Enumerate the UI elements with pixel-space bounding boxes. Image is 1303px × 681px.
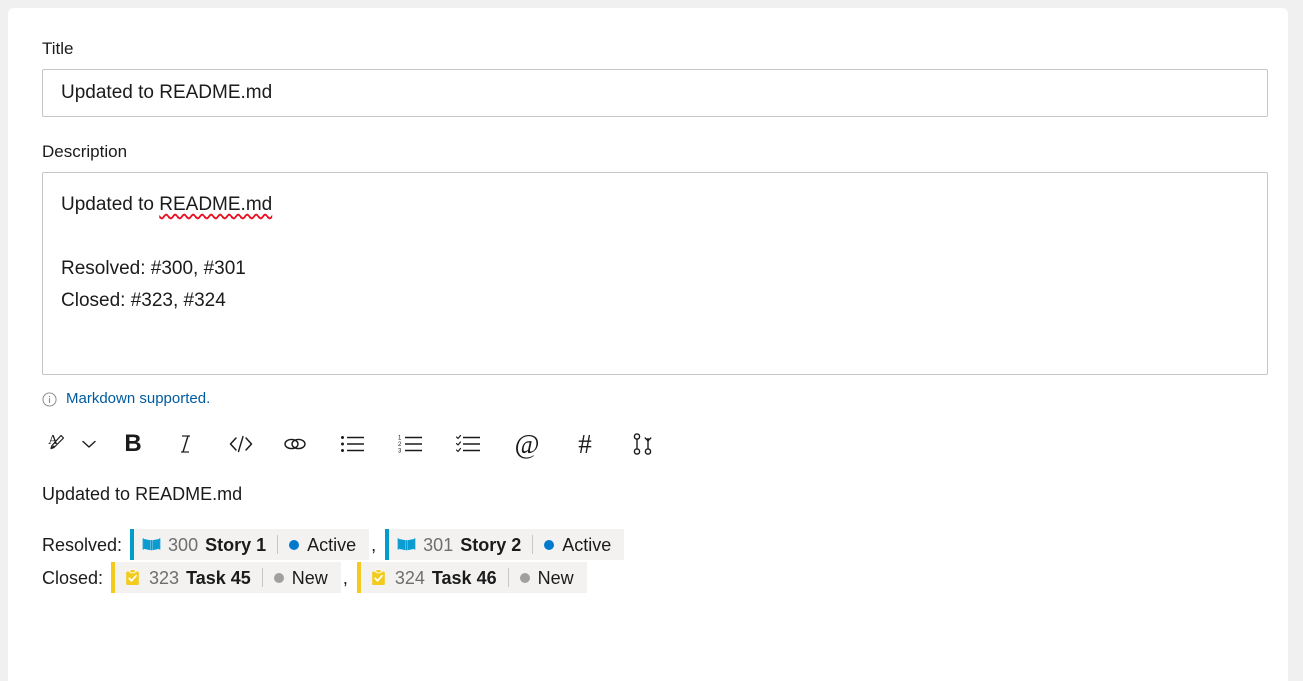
checklist-icon[interactable] <box>452 427 486 461</box>
work-item-chip-301[interactable]: 301 Story 2 Active <box>385 529 625 560</box>
mention-icon[interactable]: @ <box>510 427 544 461</box>
font-style-icon[interactable]: A <box>42 427 76 461</box>
state-dot <box>519 572 530 583</box>
work-item-id: 300 <box>168 534 199 555</box>
chip-separator-comma: , <box>371 534 377 555</box>
work-item-title: Task 46 <box>431 567 497 588</box>
description-line-2: Resolved: #300, #301 <box>61 258 246 279</box>
story-book-icon <box>397 535 416 554</box>
work-item-state: Active <box>307 534 357 555</box>
chevron-down-icon[interactable] <box>76 427 102 461</box>
work-item-state: Active <box>562 534 612 555</box>
state-dot <box>273 572 284 583</box>
numbered-list-icon[interactable]: 1 2 3 <box>394 427 428 461</box>
chip-divider <box>532 535 534 554</box>
task-clipboard-icon <box>369 568 388 587</box>
title-field-label: Title <box>42 39 74 58</box>
markdown-supported-note: Markdown supported. <box>42 389 1268 409</box>
work-item-id: 324 <box>394 567 425 588</box>
description-textarea[interactable]: Updated to README.md Resolved: #300, #30… <box>42 172 1268 375</box>
chip-separator-comma: , <box>342 567 348 588</box>
preview-row-closed: Closed: 323 Task 45 New , 324 Task 46 Ne… <box>42 562 1268 593</box>
work-item-icon[interactable]: # <box>568 427 602 461</box>
markdown-preview: Updated to README.md Resolved: 300 Story… <box>42 481 1268 593</box>
story-book-icon <box>142 535 161 554</box>
markdown-supported-label: Markdown supported. <box>66 390 211 407</box>
work-item-chip-324[interactable]: 324 Task 46 New <box>356 562 587 593</box>
work-item-form-panel: Title Description Updated to README.md R… <box>8 8 1288 681</box>
chip-divider <box>261 568 263 587</box>
link-icon[interactable] <box>278 427 312 461</box>
italic-icon[interactable] <box>170 427 204 461</box>
title-input[interactable] <box>42 69 1268 117</box>
work-item-title: Story 2 <box>460 534 522 555</box>
work-item-id: 323 <box>149 567 180 588</box>
work-item-id: 301 <box>423 534 454 555</box>
markdown-toolbar: A B 1 2 3 @ # <box>42 423 1268 465</box>
bulleted-list-icon[interactable] <box>336 427 370 461</box>
chip-divider <box>277 535 279 554</box>
preview-paragraph: Updated to README.md <box>42 484 243 504</box>
svg-text:1: 1 <box>398 436 402 442</box>
bold-icon[interactable]: B <box>116 427 150 461</box>
task-clipboard-icon <box>123 568 142 587</box>
description-field-label: Description <box>42 142 128 161</box>
description-blank-line <box>61 221 1249 253</box>
chip-divider <box>507 568 509 587</box>
description-line-3: Closed: #323, #324 <box>61 290 226 311</box>
preview-row-resolved-label: Resolved: <box>42 534 123 555</box>
work-item-chip-300[interactable]: 300 Story 1 Active <box>130 529 370 560</box>
work-item-state: New <box>537 567 574 588</box>
description-line-1-prefix: Updated to <box>61 194 160 215</box>
pull-request-icon[interactable] <box>626 427 660 461</box>
work-item-chip-323[interactable]: 323 Task 45 New <box>111 562 341 593</box>
state-dot <box>289 539 300 550</box>
description-line-1-filename: README.md <box>159 194 273 215</box>
description-line-1: Updated to README.md <box>61 189 1249 221</box>
preview-row-resolved: Resolved: 300 Story 1 Active , 301 Story… <box>42 529 1268 560</box>
info-circle-icon <box>42 391 57 407</box>
svg-text:2: 2 <box>398 442 402 448</box>
svg-text:3: 3 <box>398 449 402 455</box>
code-icon[interactable] <box>224 427 258 461</box>
work-item-state: New <box>291 567 328 588</box>
work-item-title: Task 45 <box>186 567 251 588</box>
work-item-title: Story 1 <box>205 534 267 555</box>
state-dot <box>544 539 555 550</box>
preview-row-closed-label: Closed: <box>42 567 104 588</box>
